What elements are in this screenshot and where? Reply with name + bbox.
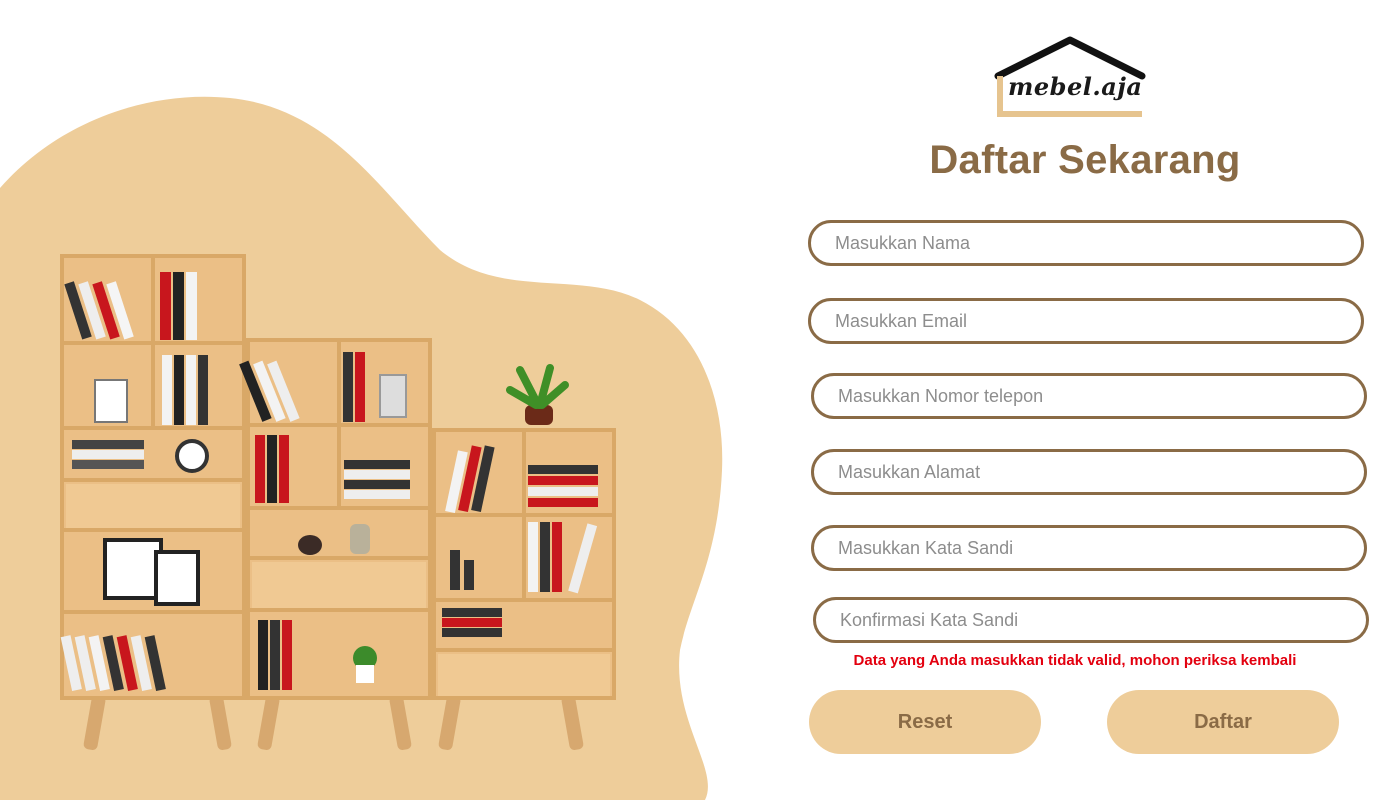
- phone-input[interactable]: [811, 373, 1367, 419]
- address-input[interactable]: [811, 449, 1367, 495]
- brand-logo: mebel.aja: [990, 36, 1150, 122]
- email-input[interactable]: [808, 298, 1364, 344]
- name-input[interactable]: [808, 220, 1364, 266]
- submit-button[interactable]: Daftar: [1107, 690, 1339, 754]
- bookshelf-illustration: [60, 254, 616, 750]
- password-input[interactable]: [811, 525, 1367, 571]
- error-message: Data yang Anda masukkan tidak valid, moh…: [853, 652, 1297, 669]
- confirm-password-input[interactable]: [813, 597, 1369, 643]
- page-title: Daftar Sekarang: [929, 138, 1241, 182]
- logo-text: mebel.aja: [1008, 72, 1143, 101]
- reset-button[interactable]: Reset: [809, 690, 1041, 754]
